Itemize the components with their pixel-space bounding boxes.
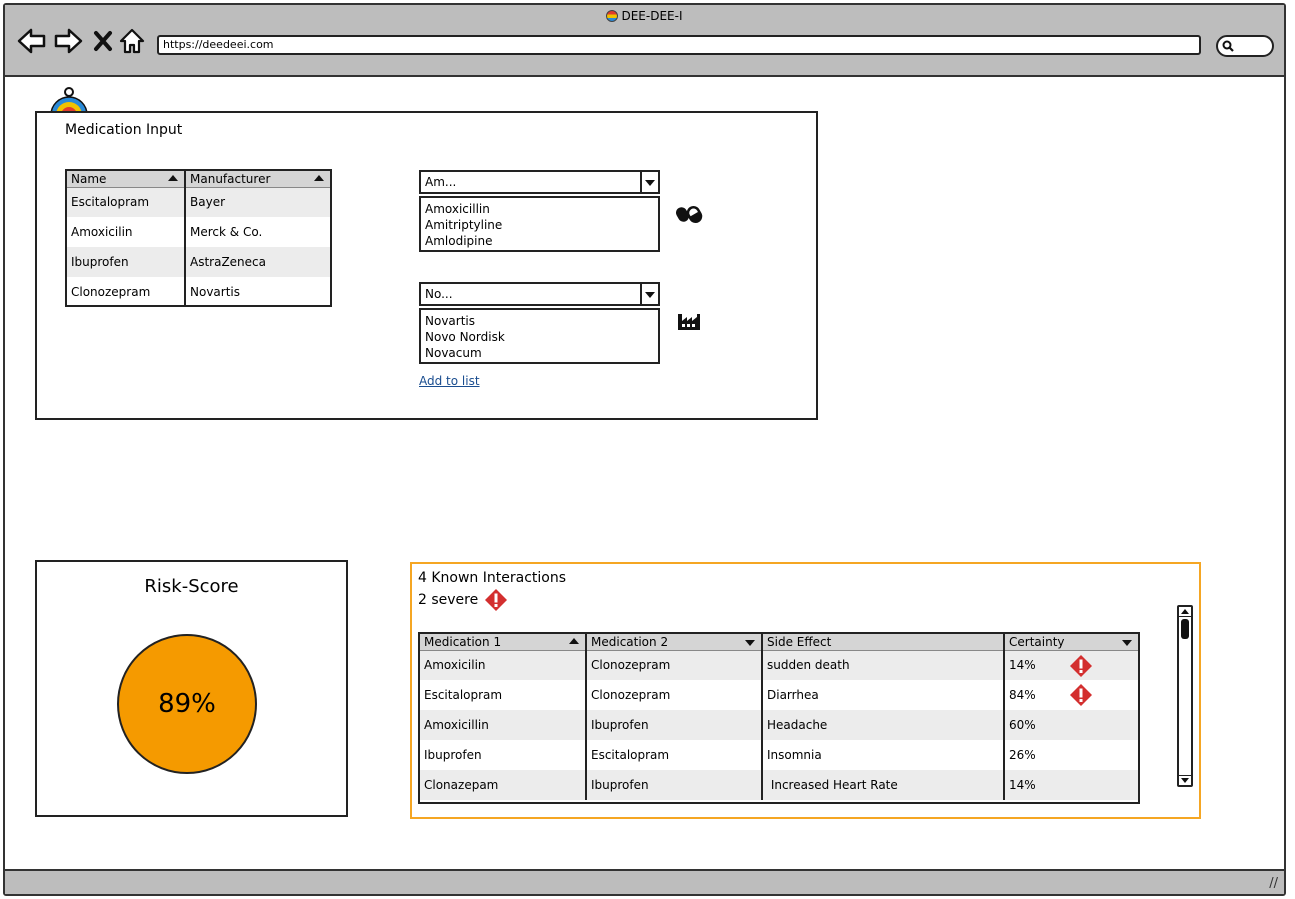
search-button[interactable] <box>1216 35 1274 57</box>
chevron-down-icon[interactable] <box>640 172 658 192</box>
header-manufacturer[interactable]: Manufacturer <box>185 171 330 188</box>
suggestion-item[interactable]: Novo Nordisk <box>425 329 658 345</box>
table-row[interactable]: Amoxicillin Ibuprofen Headache 60% <box>420 710 1138 740</box>
url-input[interactable]: https://deedeei.com <box>157 35 1201 55</box>
forward-arrow-icon <box>54 28 83 54</box>
sort-down-icon <box>745 640 755 646</box>
window-title: DEE-DEE-I <box>5 9 1284 23</box>
table-row[interactable]: Ibuprofen AstraZeneca <box>67 247 330 277</box>
risk-score-panel: Risk-Score 89% <box>35 560 348 817</box>
factory-icon <box>678 314 700 330</box>
risk-score-value: 89% <box>158 689 216 719</box>
suggestion-item[interactable]: Novacum <box>425 345 658 361</box>
interactions-table: Medication 1 Medication 2 Side Effect Ce… <box>418 632 1140 804</box>
sort-down-icon <box>1122 640 1132 646</box>
medication-name-suggestions: Amoxicillin Amitriptyline Amlodipine <box>419 196 660 252</box>
suggestion-item[interactable]: Amitriptyline <box>425 217 658 233</box>
warning-icon <box>1070 654 1092 677</box>
back-button[interactable] <box>17 25 47 57</box>
app-icon <box>606 10 619 22</box>
suggestion-item[interactable]: Novartis <box>425 313 658 329</box>
table-row[interactable]: Escitalopram Bayer <box>67 187 330 217</box>
header-certainty[interactable]: Certainty <box>1004 634 1138 651</box>
manufacturer-combobox[interactable]: No... <box>419 282 660 306</box>
interactions-count: 4 Known Interactions <box>418 570 566 586</box>
title-bar: DEE-DEE-I https://deedeei.com <box>5 5 1284 77</box>
chevron-down-icon[interactable] <box>640 284 658 304</box>
home-icon <box>119 28 145 54</box>
header-medication-2[interactable]: Medication 2 <box>586 634 763 651</box>
stop-button[interactable] <box>93 25 113 57</box>
header-medication-1[interactable]: Medication 1 <box>420 634 587 651</box>
home-button[interactable] <box>119 25 145 57</box>
add-to-list-link[interactable]: Add to list <box>419 374 480 388</box>
browser-window: DEE-DEE-I https://deedeei.com Medication… <box>3 3 1286 896</box>
table-row[interactable]: Clonozepram Novartis <box>67 277 330 305</box>
forward-button[interactable] <box>53 25 83 57</box>
back-arrow-icon <box>17 28 46 54</box>
scroll-up-arrow-icon[interactable] <box>1179 607 1191 617</box>
risk-score-title: Risk-Score <box>144 576 239 597</box>
table-row[interactable]: Amoxicilin Clonozepram sudden death 14% <box>420 650 1138 680</box>
resize-grip-icon[interactable]: // <box>1269 876 1278 891</box>
header-side-effect[interactable]: Side Effect <box>762 634 1005 651</box>
medication-name-combobox[interactable]: Am... <box>419 170 660 194</box>
status-bar: // <box>5 869 1284 894</box>
sort-up-icon <box>314 175 324 181</box>
medication-table: Name Manufacturer Escitalopram Bayer Amo… <box>65 169 332 307</box>
pill-icon <box>676 206 703 223</box>
interactions-panel: 4 Known Interactions 2 severe Medication… <box>410 562 1201 819</box>
medication-input-panel: Medication Input Name Manufacturer Escit… <box>35 111 818 420</box>
table-row[interactable]: Escitalopram Clonozepram Diarrhea 84% <box>420 680 1138 710</box>
scrollbar-thumb[interactable] <box>1181 619 1189 639</box>
header-name[interactable]: Name <box>67 171 186 188</box>
close-icon <box>94 31 112 51</box>
suggestion-item[interactable]: Amlodipine <box>425 233 658 249</box>
table-row[interactable]: Clonazepam Ibuprofen Increased Heart Rat… <box>420 770 1138 800</box>
severe-count: 2 severe <box>418 588 508 612</box>
sort-up-icon <box>168 175 178 181</box>
search-icon <box>1222 40 1234 52</box>
table-row[interactable]: Amoxicilin Merck & Co. <box>67 217 330 247</box>
table-row[interactable]: Ibuprofen Escitalopram Insomnia 26% <box>420 740 1138 770</box>
medication-input-title: Medication Input <box>65 122 183 138</box>
sort-up-icon <box>569 638 579 644</box>
manufacturer-suggestions: Novartis Novo Nordisk Novacum <box>419 308 660 364</box>
risk-score-gauge: 89% <box>117 634 257 774</box>
scroll-down-arrow-icon[interactable] <box>1179 775 1191 785</box>
warning-icon <box>1070 684 1092 706</box>
interactions-scrollbar[interactable] <box>1177 605 1193 787</box>
suggestion-item[interactable]: Amoxicillin <box>425 201 658 217</box>
warning-icon <box>485 589 508 611</box>
